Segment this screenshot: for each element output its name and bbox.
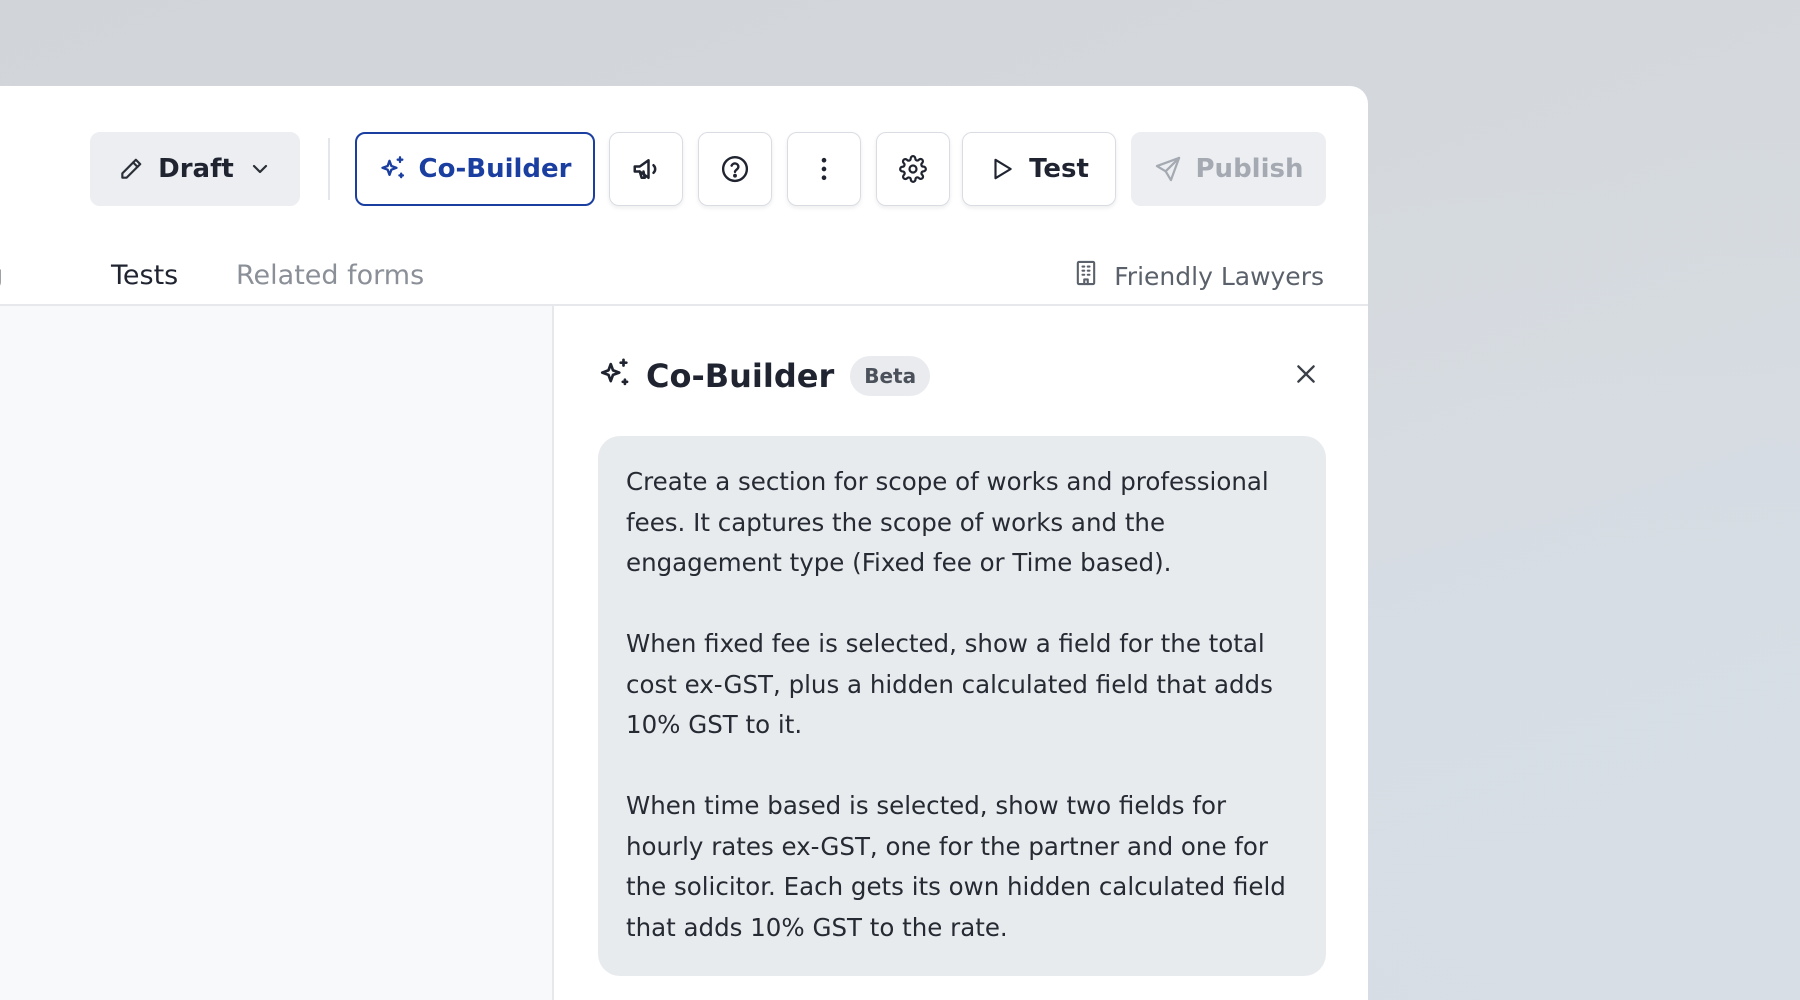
send-icon: [1154, 155, 1182, 183]
sparkles-icon: [598, 357, 632, 395]
close-panel-button[interactable]: [1284, 354, 1328, 398]
co-builder-title: Co-Builder: [646, 357, 835, 395]
close-icon: [1293, 361, 1319, 391]
organization-name: Friendly Lawyers: [1114, 261, 1324, 291]
more-options-button[interactable]: [787, 132, 861, 206]
publish-label: Publish: [1195, 154, 1304, 184]
prompt-paragraph: When fixed fee is selected, show a field…: [626, 629, 1273, 739]
more-vertical-icon: [810, 155, 838, 183]
megaphone-icon: [631, 154, 661, 184]
test-label: Test: [1029, 154, 1089, 184]
toolbar-divider: [328, 138, 330, 200]
co-builder-label: Co-Builder: [418, 154, 572, 184]
test-button[interactable]: Test: [962, 132, 1116, 206]
prompt-paragraph: Create a section for scope of works and …: [626, 467, 1269, 577]
beta-badge: Beta: [850, 356, 931, 396]
co-builder-button[interactable]: Co-Builder: [355, 132, 595, 206]
building-icon: [1072, 259, 1100, 293]
publish-button[interactable]: Publish: [1131, 132, 1326, 206]
announcements-button[interactable]: [609, 132, 683, 206]
sparkles-icon: [379, 155, 407, 183]
settings-button[interactable]: [876, 132, 950, 206]
prompt-paragraph: When time based is selected, show two fi…: [626, 791, 1286, 942]
help-button[interactable]: [698, 132, 772, 206]
chevron-down-icon: [248, 157, 272, 181]
user-prompt-message: Create a section for scope of works and …: [598, 436, 1326, 976]
play-icon: [989, 156, 1015, 182]
draft-status-dropdown[interactable]: Draft: [90, 132, 300, 206]
form-builder-window: Draft Co-Builder Test Publish Tests Rela…: [0, 86, 1368, 1000]
co-builder-panel: Co-Builder Beta Create a section for sco…: [556, 306, 1368, 1000]
gear-icon: [899, 155, 927, 183]
co-builder-header: Co-Builder Beta: [598, 346, 931, 406]
draft-label: Draft: [158, 154, 234, 184]
form-canvas[interactable]: [0, 306, 554, 1000]
help-circle-icon: [720, 154, 750, 184]
pencil-icon: [118, 156, 144, 182]
